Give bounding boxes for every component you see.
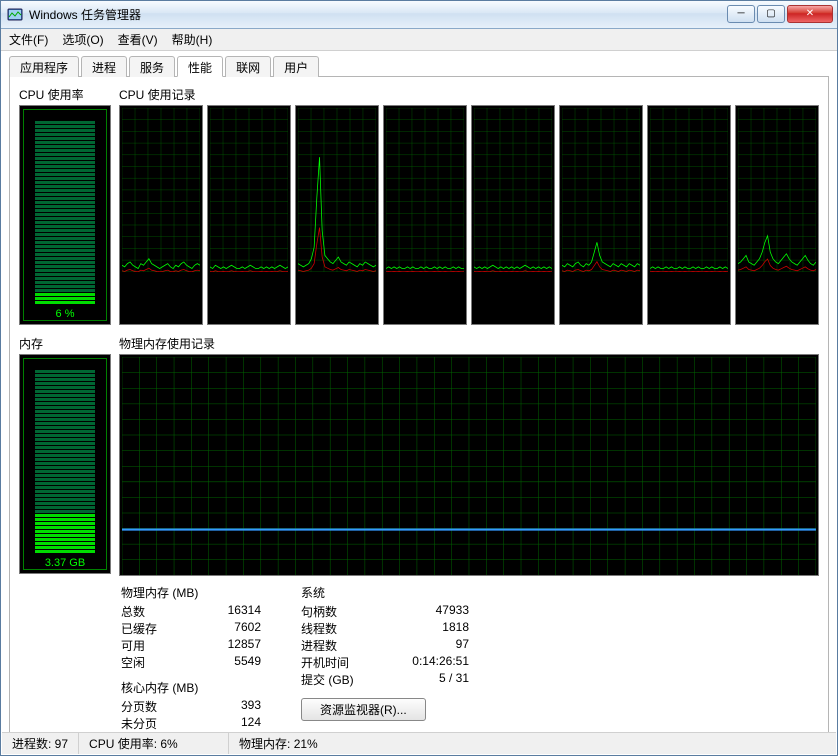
sys-handles: 47933 (373, 603, 469, 620)
close-icon: ✕ (806, 9, 814, 19)
mem-history-label: 物理内存使用记录 (119, 335, 819, 352)
maximize-button[interactable]: ▢ (757, 5, 785, 23)
kernelmem-heading: 核心内存 (MB) (121, 679, 261, 696)
task-manager-window: Windows 任务管理器 ─ ▢ ✕ 文件(F) 选项(O) 查看(V) 帮助… (0, 0, 838, 756)
cpu-history-row (119, 105, 819, 325)
tab-performance[interactable]: 性能 (177, 56, 223, 77)
cpu-core-chart-4 (471, 105, 555, 325)
cpu-core-chart-0 (119, 105, 203, 325)
sys-threads: 1818 (373, 620, 469, 637)
tab-networking[interactable]: 联网 (225, 56, 271, 77)
cpu-core-chart-3 (383, 105, 467, 325)
performance-pane: CPU 使用率 6 % 内存 3.37 GB (9, 77, 829, 741)
physmem-available: 12857 (181, 637, 261, 654)
menu-file[interactable]: 文件(F) (9, 31, 48, 48)
app-icon (7, 7, 23, 23)
close-button[interactable]: ✕ (787, 5, 833, 23)
physmem-heading: 物理内存 (MB) (121, 584, 261, 601)
status-cpu: CPU 使用率: 6% (79, 733, 229, 754)
cpu-core-chart-1 (207, 105, 291, 325)
menu-view[interactable]: 查看(V) (118, 31, 158, 48)
minimize-icon: ─ (737, 9, 744, 19)
physmem-cached: 7602 (181, 620, 261, 637)
cpu-usage-label: CPU 使用率 (19, 86, 111, 103)
cpu-meter: 6 % (19, 105, 111, 325)
stats-area: 物理内存 (MB) 总数16314 已缓存7602 可用12857 空闲5549… (119, 584, 819, 732)
physmem-free: 5549 (181, 654, 261, 671)
cpu-core-chart-2 (295, 105, 379, 325)
tab-processes[interactable]: 进程 (81, 56, 127, 77)
cpu-percent-text: 6 % (56, 308, 75, 320)
kernel-nonpaged: 124 (181, 715, 261, 732)
statusbar: 进程数: 97 CPU 使用率: 6% 物理内存: 21% (2, 732, 836, 754)
memory-meter: 3.37 GB (19, 354, 111, 574)
tab-services[interactable]: 服务 (129, 56, 175, 77)
cpu-core-chart-5 (559, 105, 643, 325)
tab-bar: 应用程序 进程 服务 性能 联网 用户 (9, 55, 829, 77)
menu-help[interactable]: 帮助(H) (172, 31, 213, 48)
status-processes: 进程数: 97 (2, 733, 79, 754)
menu-options[interactable]: 选项(O) (62, 31, 103, 48)
resource-monitor-button[interactable]: 资源监视器(R)... (301, 698, 426, 721)
sys-commit: 5 / 31 (373, 671, 469, 688)
menubar: 文件(F) 选项(O) 查看(V) 帮助(H) (1, 29, 837, 51)
status-memory: 物理内存: 21% (229, 733, 836, 754)
maximize-icon: ▢ (766, 9, 775, 19)
memory-label: 内存 (19, 335, 111, 352)
memory-used-text: 3.37 GB (45, 557, 85, 569)
cpu-core-chart-6 (647, 105, 731, 325)
tab-applications[interactable]: 应用程序 (9, 56, 79, 77)
sys-processes: 97 (373, 637, 469, 654)
titlebar[interactable]: Windows 任务管理器 ─ ▢ ✕ (1, 1, 837, 29)
memory-history-chart (119, 354, 819, 576)
kernel-paged: 393 (181, 698, 261, 715)
physmem-total: 16314 (181, 603, 261, 620)
window-title: Windows 任务管理器 (29, 6, 141, 23)
tab-users[interactable]: 用户 (273, 56, 319, 77)
sys-uptime: 0:14:26:51 (373, 654, 469, 671)
cpu-history-label: CPU 使用记录 (119, 86, 819, 103)
minimize-button[interactable]: ─ (727, 5, 755, 23)
cpu-core-chart-7 (735, 105, 819, 325)
system-heading: 系统 (301, 584, 469, 601)
